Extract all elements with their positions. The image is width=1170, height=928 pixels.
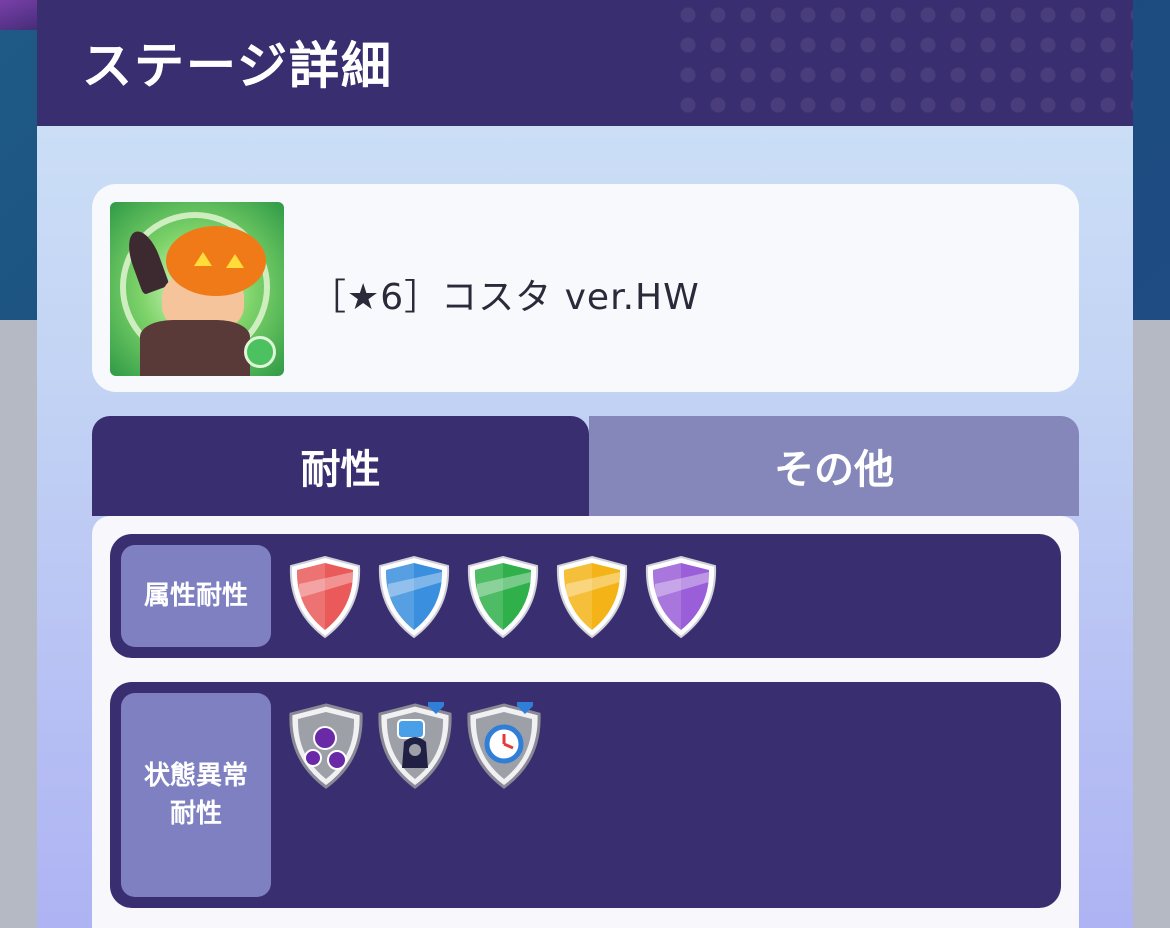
- status-resistance-label-line2: 耐性: [169, 799, 222, 829]
- panel-header: ステージ詳細: [37, 0, 1133, 126]
- purple-shield-icon[interactable]: [643, 554, 719, 640]
- pumpkin-eye-right: [226, 254, 244, 268]
- bind-shield-icon[interactable]: [376, 702, 454, 790]
- character-portrait-icon[interactable]: [110, 202, 284, 376]
- blue-shield-icon[interactable]: [376, 554, 452, 640]
- status-resistance-row: 状態異常 耐性: [110, 682, 1061, 908]
- yellow-shield-icon[interactable]: [554, 554, 630, 640]
- tab-content: 属性耐性 状態異常 耐性: [92, 516, 1079, 928]
- puyo-attribute-icon: [244, 336, 276, 368]
- tab-bar: 耐性 その他: [92, 416, 1079, 516]
- page-title: ステージ詳細: [82, 37, 393, 95]
- background-right-panel: [1132, 320, 1170, 928]
- time-shield-icon[interactable]: [465, 702, 543, 790]
- pumpkin-eye-left: [194, 252, 212, 266]
- green-shield-icon[interactable]: [465, 554, 541, 640]
- character-card[interactable]: ［★6］コスタ ver.HW: [92, 184, 1079, 392]
- portrait-clothing: [140, 320, 250, 376]
- red-shield-icon[interactable]: [287, 554, 363, 640]
- tab-resistance[interactable]: 耐性: [92, 416, 589, 516]
- header-dot-pattern: [673, 0, 1133, 126]
- stage-detail-panel: ステージ詳細 ［★6］コスタ ver.HW 耐性 その他 属性耐性 状態異常 耐…: [37, 0, 1133, 928]
- attribute-resistance-label: 属性耐性: [121, 545, 271, 647]
- status-resistance-label: 状態異常 耐性: [121, 693, 271, 897]
- status-resistance-label-line1: 状態異常: [143, 761, 248, 791]
- tab-other[interactable]: その他: [589, 416, 1079, 516]
- character-name: ［★6］コスタ ver.HW: [310, 277, 700, 318]
- background-left-panel: [0, 320, 40, 928]
- attribute-resistance-row: 属性耐性: [110, 534, 1061, 658]
- portrait-pumpkin-hat: [166, 226, 266, 296]
- poison-shield-icon[interactable]: [287, 702, 365, 790]
